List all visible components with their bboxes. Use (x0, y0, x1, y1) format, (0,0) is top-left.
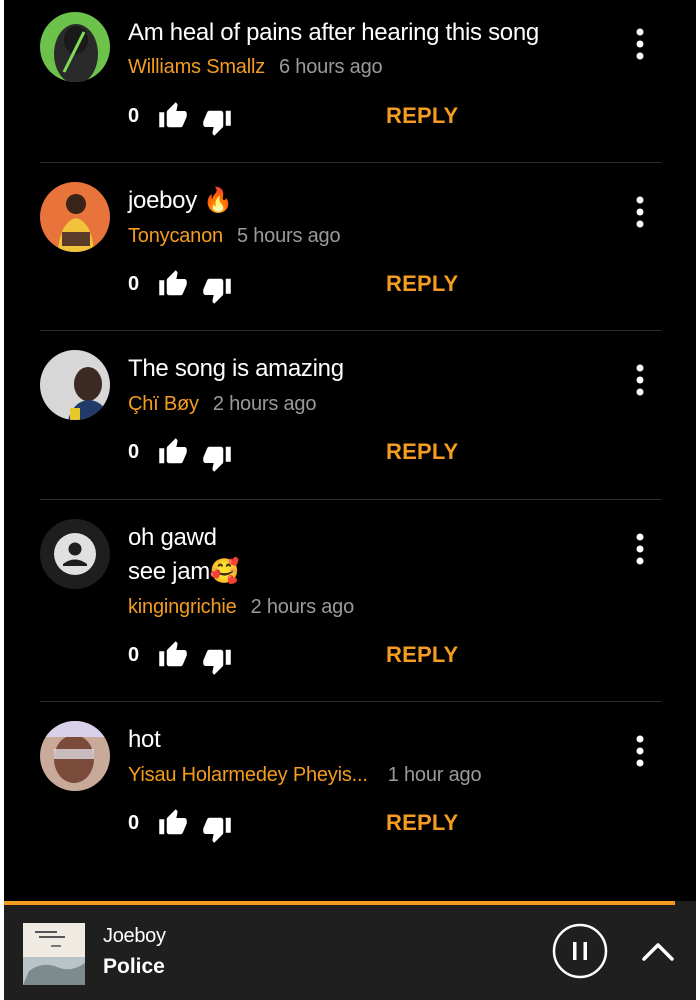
like-count: 0 (128, 812, 140, 834)
player-artist: Joeboy (103, 925, 166, 947)
avatar[interactable] (40, 519, 110, 589)
comment-text-line: hot (128, 726, 161, 753)
thumbs-down-icon[interactable] (202, 107, 232, 137)
comment-time: 5 hours ago (236, 225, 341, 247)
comment-time: 1 hour ago (387, 764, 482, 786)
comment-meta: kingingrichie 2 hours ago (128, 593, 354, 621)
thumbs-down-icon[interactable] (202, 275, 232, 305)
player-track-title: Police (103, 955, 165, 978)
comment-actions: 0 REPLY (128, 437, 548, 473)
mini-player[interactable]: Joeboy Police (4, 901, 696, 1000)
comment-actions: 0 REPLY (128, 269, 548, 305)
comment-text-line: see jam🥰 (128, 558, 240, 585)
avatar[interactable] (40, 182, 110, 252)
more-vert-icon[interactable] (630, 735, 650, 769)
comment-text-line: The song is amazing (128, 355, 344, 382)
thumbs-up-icon[interactable] (158, 808, 188, 838)
like-count: 0 (128, 273, 140, 295)
comment-author[interactable]: Yisau Holarmedey Pheyis... (128, 764, 368, 786)
comment-author[interactable]: kingingrichie (128, 596, 237, 618)
more-vert-icon[interactable] (630, 533, 650, 567)
comment-text: oh gawd see jam🥰 (128, 521, 598, 589)
comment-time: 2 hours ago (250, 596, 355, 618)
comment-text: The song is amazing (128, 352, 598, 386)
comment-author[interactable]: Williams Smallz (128, 56, 265, 78)
comment-text-line: oh gawd (128, 524, 217, 551)
comment-text: Am heal of pains after hearing this song (128, 16, 598, 50)
thumbs-down-icon[interactable] (202, 646, 232, 676)
comment-text-line: joeboy 🔥 (128, 187, 233, 214)
reply-button[interactable]: REPLY (386, 439, 458, 465)
comment-actions: 0 REPLY (128, 808, 548, 844)
thumbs-up-icon[interactable] (158, 101, 188, 131)
thumbs-up-icon[interactable] (158, 437, 188, 467)
reply-button[interactable]: REPLY (386, 642, 458, 668)
comment-author[interactable]: Tonycanon (128, 225, 223, 247)
thumbs-up-icon[interactable] (158, 640, 188, 670)
comment-text-line: Am heal of pains after hearing this song (128, 19, 539, 46)
like-count: 0 (128, 105, 140, 127)
comment-meta: Yisau Holarmedey Pheyis... 1 hour ago (128, 761, 482, 789)
avatar[interactable] (40, 350, 110, 420)
divider (40, 701, 661, 702)
comment-text: joeboy 🔥 (128, 184, 598, 218)
reply-button[interactable]: REPLY (386, 810, 458, 836)
comment-actions: 0 REPLY (128, 640, 548, 676)
avatar[interactable] (40, 721, 110, 791)
avatar[interactable] (40, 12, 110, 82)
chevron-up-icon[interactable] (640, 937, 676, 965)
divider (40, 330, 661, 331)
comment-text: hot (128, 723, 598, 757)
comment-time: 6 hours ago (279, 56, 383, 78)
like-count: 0 (128, 441, 140, 463)
divider (40, 162, 661, 163)
thumbs-down-icon[interactable] (202, 814, 232, 844)
comment-meta: Tonycanon 5 hours ago (128, 222, 341, 250)
more-vert-icon[interactable] (630, 28, 650, 62)
comment-meta: Williams Smallz 6 hours ago (128, 53, 383, 81)
comment-actions: 0 REPLY (128, 101, 548, 137)
reply-button[interactable]: REPLY (386, 271, 458, 297)
thumbs-up-icon[interactable] (158, 269, 188, 299)
thumbs-down-icon[interactable] (202, 443, 232, 473)
comment-author[interactable]: Çhï Bøy (128, 393, 199, 415)
more-vert-icon[interactable] (630, 196, 650, 230)
playback-progress-bar[interactable] (4, 901, 676, 905)
more-vert-icon[interactable] (630, 364, 650, 398)
like-count: 0 (128, 644, 140, 666)
album-art[interactable] (23, 923, 85, 985)
comment-meta: Çhï Bøy 2 hours ago (128, 390, 316, 418)
comment-time: 2 hours ago (212, 393, 317, 415)
reply-button[interactable]: REPLY (386, 103, 458, 129)
pause-icon[interactable] (552, 923, 608, 979)
comments-screen: Am heal of pains after hearing this song… (4, 0, 696, 1000)
divider (40, 499, 661, 500)
